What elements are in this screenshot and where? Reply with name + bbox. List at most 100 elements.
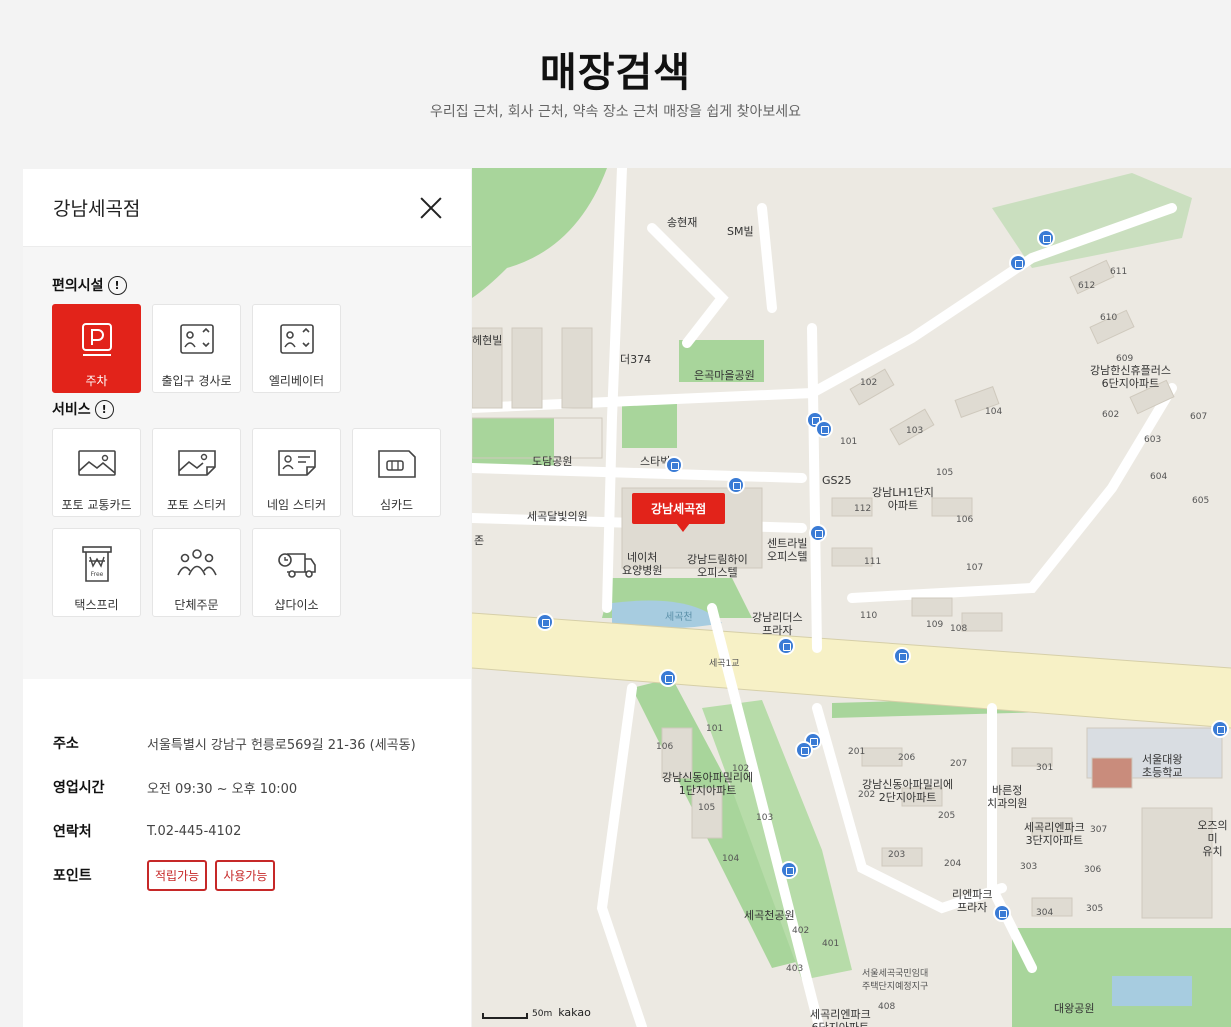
building-number: 201 [848, 747, 866, 757]
facility-label: 엘리베이터 [268, 374, 325, 388]
building-number: 609 [1116, 354, 1134, 364]
building-number: 112 [854, 504, 872, 514]
building-number: 612 [1078, 281, 1096, 291]
map-place-label: 강남LH1단지 아파트 [872, 486, 934, 512]
service-sim-card: 심카드 [352, 428, 441, 517]
service-photo-card: 포토 교통카드 [52, 428, 141, 517]
map-place-label: 네이처 요양병원 [622, 551, 663, 577]
facility-elevator: 엘리베이터 [252, 304, 341, 393]
building-number: 101 [840, 437, 858, 447]
contact-row: 연락처 T.02-445-4102 [53, 809, 441, 853]
bus-stop-icon[interactable] [1009, 254, 1027, 272]
building-number: 301 [1036, 763, 1054, 773]
store-map[interactable]: 송현재 SM빌 헤현빌 더374 은곡마을공원 도담공원 스타벅 GS25 강남… [472, 168, 1231, 1027]
map-place-label: 송현재 [667, 216, 698, 229]
bus-stop-icon[interactable] [665, 456, 683, 474]
map-place-label: GS25 [822, 474, 852, 487]
group-order-icon [176, 549, 217, 576]
bus-stop-icon[interactable] [536, 613, 554, 631]
map-place-label: 도담공원 [532, 455, 573, 468]
building-number: 204 [944, 859, 962, 869]
store-name: 강남세곡점 [53, 198, 141, 220]
name-sticker-icon [277, 450, 316, 476]
building-number: 206 [898, 753, 916, 763]
map-place-label: 세곡리엔파크 6단지아파트 [810, 1008, 871, 1027]
building-number: 104 [722, 854, 740, 864]
building-number: 610 [1100, 313, 1118, 323]
building-number: 102 [860, 378, 878, 388]
building-number: 106 [956, 515, 974, 525]
points-row: 포인트 적립가능 사용가능 [53, 853, 441, 897]
building-number: 306 [1084, 865, 1102, 875]
map-place-label: 서울대왕 초등학교 [1142, 753, 1183, 779]
service-label: 네임 스티커 [266, 498, 326, 512]
bus-stop-icon[interactable] [1211, 720, 1229, 738]
facilities-section: 편의시설 ! 주차 출입구 경사로 엘리베이터 서비스 ! 포토 교통카드 포토… [23, 247, 471, 679]
building-number: 202 [858, 790, 876, 800]
map-background [472, 168, 1231, 1027]
building-number: 105 [936, 468, 954, 478]
bus-stop-icon[interactable] [777, 637, 795, 655]
facility-ramp: 출입구 경사로 [152, 304, 241, 393]
bus-stop-icon[interactable] [780, 861, 798, 879]
page-title: 매장검색 [539, 50, 692, 96]
building-number: 408 [878, 1002, 896, 1012]
delivery-truck-icon [277, 553, 316, 578]
map-place-label: 서울세곡국민임대 주택단지예정지구 [862, 969, 929, 992]
service-label: 택스프리 [74, 598, 119, 612]
map-place-label: 은곡마을공원 [694, 369, 755, 382]
info-icon[interactable]: ! [107, 275, 127, 295]
building-number: 207 [950, 759, 968, 769]
scale-bar [482, 1013, 528, 1019]
building-number: 103 [756, 813, 774, 823]
points-badges: 적립가능 사용가능 [147, 859, 279, 891]
bus-stop-icon[interactable] [659, 669, 677, 687]
service-photo-sticker: 포토 스티커 [152, 428, 241, 517]
building-number: 103 [906, 426, 924, 436]
map-place-label: 강남드림하이 오피스텔 [687, 553, 748, 579]
building-number: 402 [792, 926, 810, 936]
bus-stop-icon[interactable] [993, 904, 1011, 922]
building-number: 304 [1036, 908, 1054, 918]
building-number: 111 [864, 557, 882, 567]
sim-card-icon [377, 450, 416, 478]
building-number: 102 [732, 764, 750, 774]
bus-stop-icon[interactable] [1037, 229, 1055, 247]
photo-sticker-icon [177, 450, 216, 476]
services-label: 서비스 [52, 402, 91, 418]
map-place-label: 강남리더스 프라자 [752, 611, 803, 637]
map-place-label: 바른정 치과의원 [987, 784, 1028, 810]
map-place-label: 세곡1교 [709, 659, 740, 669]
map-place-label: 대왕공원 [1054, 1002, 1095, 1015]
map-place-label: 더374 [620, 353, 652, 366]
map-place-label: 세곡천공원 [744, 909, 795, 922]
facility-label: 출입구 경사로 [161, 374, 232, 388]
map-place-label: 리엔파크 프라자 [952, 888, 993, 914]
building-number: 106 [656, 742, 674, 752]
building-number: 605 [1192, 496, 1210, 506]
bus-stop-icon[interactable] [795, 741, 813, 759]
points-earn-badge: 적립가능 [147, 859, 208, 891]
parking-icon [81, 323, 112, 356]
map-place-label: 오즈의미 유치 [1197, 819, 1228, 858]
close-icon[interactable] [419, 196, 443, 220]
contact-label: 연락처 [53, 824, 92, 840]
map-place-label: 센트라빌 오피스텔 [767, 537, 808, 563]
info-icon[interactable]: ! [94, 399, 114, 419]
hours-value: 오전 09:30 ~ 오후 10:00 [147, 781, 298, 797]
tax-free-icon: Free [81, 546, 112, 582]
bus-stop-icon[interactable] [809, 524, 827, 542]
building-number: 105 [698, 803, 716, 813]
building-number: 403 [786, 964, 804, 974]
bus-stop-icon[interactable] [815, 420, 833, 438]
bus-stop-icon[interactable] [727, 476, 745, 494]
store-detail-panel: 강남세곡점 편의시설 ! 주차 출입구 경사로 엘리베이터 서비스 ! 포토 교… [23, 169, 471, 1027]
map-place-label: 세곡천 [665, 612, 693, 623]
map-place-label: SM빌 [727, 225, 754, 238]
map-place-label: 헤현빌 [472, 334, 503, 347]
building-number: 107 [966, 563, 984, 573]
bus-stop-icon[interactable] [893, 647, 911, 665]
store-marker[interactable]: 강남세곡점 [632, 493, 726, 532]
services-heading: 서비스 ! [52, 399, 442, 419]
service-label: 단체주문 [174, 598, 219, 612]
